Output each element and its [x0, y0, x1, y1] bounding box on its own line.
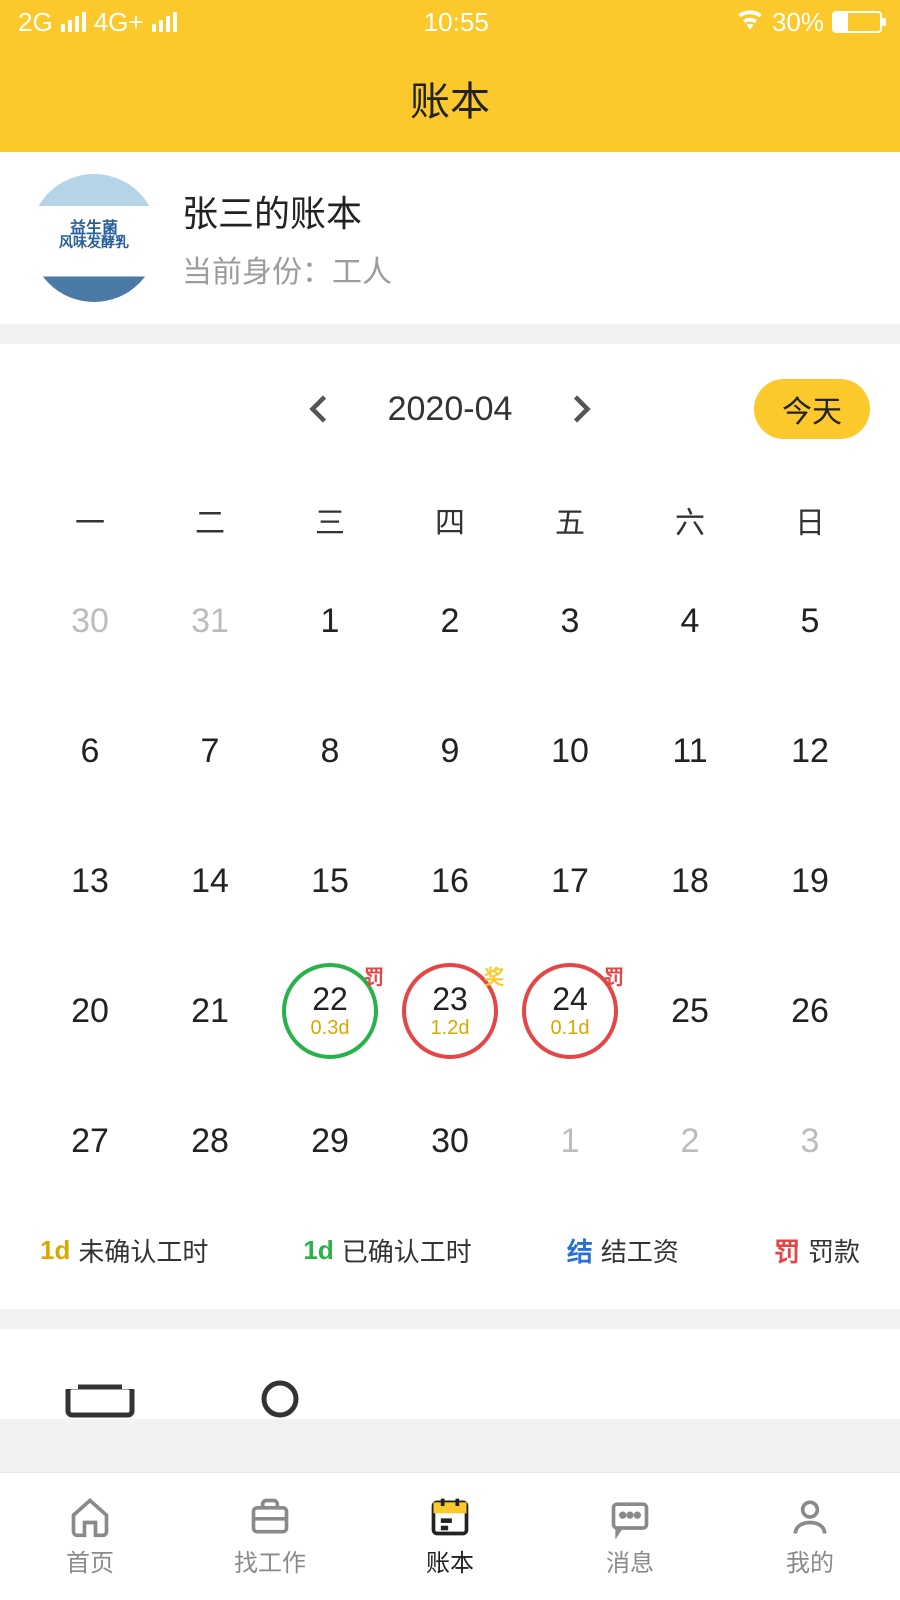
next-month-button[interactable] — [562, 391, 598, 427]
calendar-day[interactable]: 18 — [630, 816, 750, 946]
weekday-cell: 五 — [510, 484, 630, 556]
legend-item: 结 结工资 — [567, 1232, 679, 1269]
calendar-day[interactable]: 11 — [630, 686, 750, 816]
calendar-day[interactable]: 21 — [150, 946, 270, 1076]
calendar-day[interactable]: 29 — [270, 1076, 390, 1206]
calendar-day[interactable]: 10 — [510, 686, 630, 816]
calendar-day[interactable]: 17 — [510, 816, 630, 946]
battery-pct: 30% — [772, 7, 824, 38]
legend-item: 1d 已确认工时 — [303, 1232, 471, 1269]
peek-icon-2 — [260, 1379, 300, 1419]
today-button[interactable]: 今天 — [754, 379, 870, 439]
network-2: 4G+ — [94, 7, 144, 38]
page-title: 账本 — [410, 69, 490, 127]
status-time: 10:55 — [424, 7, 489, 38]
calendar-day[interactable]: 1 — [270, 556, 390, 686]
calendar-day[interactable]: 1 — [510, 1076, 630, 1206]
calendar-day[interactable]: 14 — [150, 816, 270, 946]
weekday-cell: 六 — [630, 484, 750, 556]
profile-role: 当前身份：工人 — [182, 247, 392, 291]
profile-name: 张三的账本 — [182, 185, 392, 237]
calendar-day[interactable]: 13 — [30, 816, 150, 946]
legend: 1d 未确认工时 1d 已确认工时 结 结工资 罚 罚款 — [30, 1206, 870, 1299]
peek-icon-1 — [60, 1379, 140, 1419]
tab-calendar[interactable]: 账本 — [360, 1473, 540, 1600]
tab-home[interactable]: 首页 — [0, 1473, 180, 1600]
battery-icon — [832, 11, 882, 33]
calendar-day[interactable]: 4 — [630, 556, 750, 686]
calendar-day[interactable]: 9 — [390, 686, 510, 816]
calendar-day[interactable]: 240.1d罚 — [510, 946, 630, 1076]
signal-icon-1 — [61, 12, 86, 32]
calendar-day[interactable]: 15 — [270, 816, 390, 946]
calendar-day[interactable]: 5 — [750, 556, 870, 686]
avatar: 益生菌 风味发酵乳 — [30, 174, 158, 302]
network-1: 2G — [18, 7, 53, 38]
tab-briefcase[interactable]: 找工作 — [180, 1473, 360, 1600]
calendar-day[interactable]: 19 — [750, 816, 870, 946]
page-header: 账本 — [0, 44, 900, 152]
tab-label: 首页 — [66, 1543, 114, 1578]
weekday-cell: 三 — [270, 484, 390, 556]
calendar-day[interactable]: 8 — [270, 686, 390, 816]
legend-item: 罚 罚款 — [774, 1232, 860, 1269]
tab-person[interactable]: 我的 — [720, 1473, 900, 1600]
calendar-day[interactable]: 20 — [30, 946, 150, 1076]
prev-month-button[interactable] — [302, 391, 338, 427]
calendar-day[interactable]: 31 — [150, 556, 270, 686]
weekday-cell: 二 — [150, 484, 270, 556]
calendar: 2020-04 今天 一二三四五六日 303112345678910111213… — [0, 344, 900, 1309]
status-bar: 2G 4G+ 10:55 30% — [0, 0, 900, 44]
calendar-day[interactable]: 2 — [630, 1076, 750, 1206]
signal-icon-2 — [152, 12, 177, 32]
day-badge: 罚 — [604, 961, 624, 990]
tab-bar: 首页 找工作 账本 消息 我的 — [0, 1472, 900, 1600]
tab-label: 找工作 — [234, 1543, 306, 1578]
tab-label: 消息 — [606, 1543, 654, 1578]
day-badge: 奖 — [484, 961, 504, 990]
calendar-day[interactable]: 7 — [150, 686, 270, 816]
calendar-day[interactable]: 25 — [630, 946, 750, 1076]
calendar-day[interactable]: 3 — [750, 1076, 870, 1206]
calendar-day[interactable]: 26 — [750, 946, 870, 1076]
calendar-day[interactable]: 220.3d罚 — [270, 946, 390, 1076]
tab-message[interactable]: 消息 — [540, 1473, 720, 1600]
calendar-day[interactable]: 28 — [150, 1076, 270, 1206]
tab-label: 我的 — [786, 1543, 834, 1578]
calendar-day[interactable]: 2 — [390, 556, 510, 686]
weekday-cell: 日 — [750, 484, 870, 556]
calendar-day[interactable]: 231.2d奖 — [390, 946, 510, 1076]
calendar-day[interactable]: 6 — [30, 686, 150, 816]
legend-item: 1d 未确认工时 — [40, 1232, 208, 1269]
calendar-day[interactable]: 16 — [390, 816, 510, 946]
calendar-day[interactable]: 3 — [510, 556, 630, 686]
calendar-day[interactable]: 27 — [30, 1076, 150, 1206]
day-badge: 罚 — [364, 961, 384, 990]
weekday-cell: 四 — [390, 484, 510, 556]
weekday-cell: 一 — [30, 484, 150, 556]
calendar-day[interactable]: 30 — [390, 1076, 510, 1206]
calendar-day[interactable]: 12 — [750, 686, 870, 816]
month-label: 2020-04 — [388, 390, 513, 429]
content-peek — [0, 1329, 900, 1419]
weekday-row: 一二三四五六日 — [30, 484, 870, 556]
calendar-day[interactable]: 30 — [30, 556, 150, 686]
tab-label: 账本 — [426, 1543, 474, 1578]
profile-card[interactable]: 益生菌 风味发酵乳 张三的账本 当前身份：工人 — [0, 152, 900, 324]
wifi-icon — [736, 5, 764, 40]
